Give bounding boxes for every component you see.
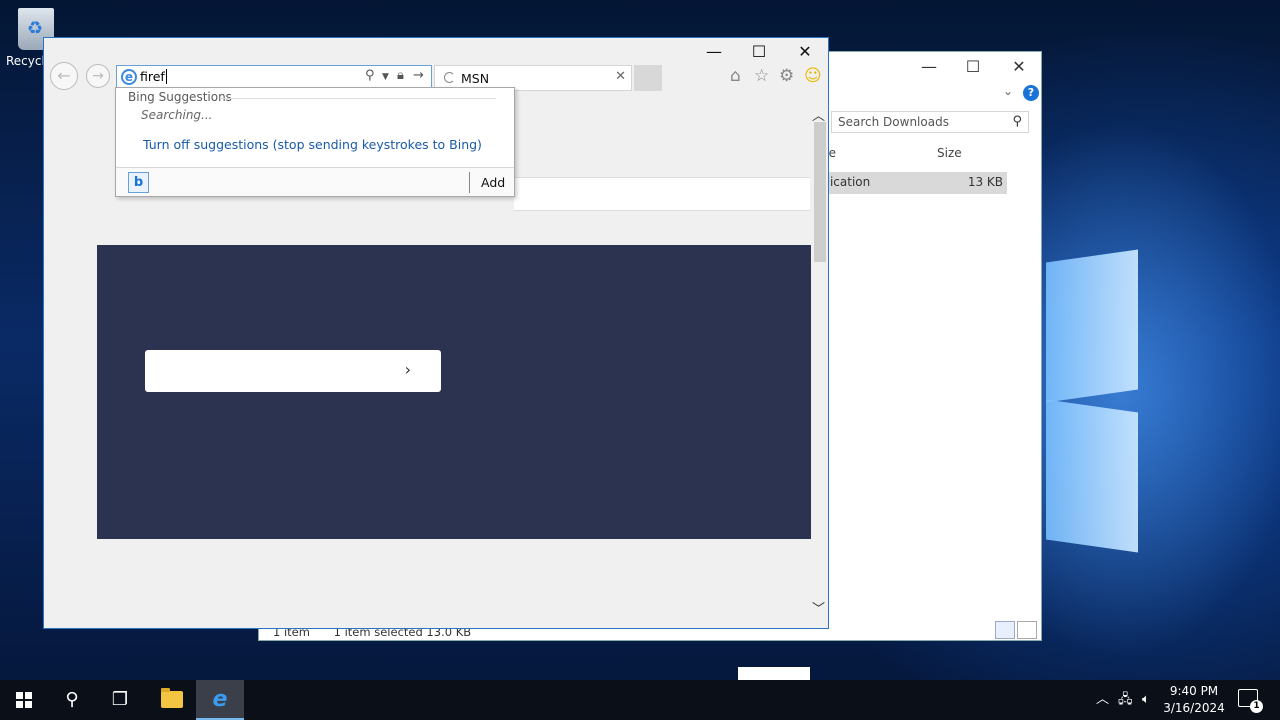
smiley-feedback-icon[interactable]: ☺ bbox=[804, 66, 822, 86]
folder-icon bbox=[161, 688, 183, 708]
windows-logo-pane bbox=[1046, 249, 1138, 403]
volume-muted-icon[interactable]: 🔈︎ bbox=[1142, 680, 1150, 720]
back-button[interactable]: ← bbox=[50, 62, 78, 90]
clock-time: 9:40 PM bbox=[1169, 684, 1219, 698]
notification-count: 1 bbox=[1250, 700, 1263, 713]
minimize-button[interactable]: — bbox=[909, 56, 949, 78]
loading-icon bbox=[444, 72, 455, 83]
go-arrow-icon[interactable]: → bbox=[413, 68, 424, 83]
help-icon[interactable]: ? bbox=[1023, 85, 1039, 101]
search-placeholder: Search Downloads bbox=[838, 115, 949, 129]
start-button[interactable] bbox=[0, 680, 48, 720]
search-icon[interactable]: ⚲ bbox=[365, 68, 375, 83]
tab-close-icon[interactable]: ✕ bbox=[615, 69, 626, 84]
home-icon[interactable]: ⌂ bbox=[730, 66, 741, 86]
dropdown-arrow-icon[interactable]: ▼ bbox=[382, 72, 389, 82]
chevron-up-icon[interactable]: ︿ bbox=[1096, 680, 1109, 720]
suggestions-footer: b Add bbox=[116, 167, 514, 196]
maximize-button[interactable]: ☐ bbox=[953, 56, 993, 78]
suggestions-header: Bing Suggestions bbox=[128, 90, 232, 104]
clock[interactable]: 9:40 PM 3/16/2024 bbox=[1158, 683, 1230, 717]
ie-close-button[interactable]: ✕ bbox=[783, 40, 827, 64]
new-tab-button[interactable] bbox=[634, 65, 662, 91]
search-downloads-input[interactable]: Search Downloads ⚲ bbox=[831, 111, 1029, 133]
address-bar[interactable]: e firef ⚲ ▼ 🔒︎ → bbox=[116, 65, 432, 89]
bing-icon[interactable]: b bbox=[128, 172, 149, 193]
file-row[interactable]: plication 13 KB bbox=[819, 172, 1007, 194]
search-icon: ⚲ bbox=[65, 689, 79, 710]
file-explorer-taskbar-button[interactable] bbox=[148, 680, 196, 720]
hero-search-input[interactable]: › bbox=[145, 350, 441, 392]
ie-minimize-button[interactable]: — bbox=[692, 40, 736, 64]
ie-maximize-button[interactable]: ☐ bbox=[737, 40, 781, 64]
chevron-down-icon[interactable]: ⌄ bbox=[1003, 84, 1013, 98]
hero-banner: › bbox=[97, 245, 811, 539]
bing-suggestions-dropdown: Bing Suggestions Searching... Turn off s… bbox=[115, 87, 515, 197]
divider bbox=[220, 98, 496, 99]
task-view-button[interactable]: ❐ bbox=[96, 680, 144, 720]
settings-gear-icon[interactable]: ⚙ bbox=[779, 66, 794, 86]
windows-logo-pane bbox=[1046, 399, 1138, 553]
favorites-star-icon[interactable]: ☆ bbox=[754, 66, 769, 86]
searching-text: Searching... bbox=[141, 108, 213, 122]
network-icon[interactable]: 🖧 bbox=[1118, 680, 1133, 720]
search-button[interactable]: ⚲ bbox=[48, 680, 96, 720]
scroll-down-arrow[interactable]: ﹀ bbox=[812, 598, 825, 617]
forward-button[interactable]: → bbox=[86, 64, 110, 88]
page-header-bar bbox=[514, 177, 810, 211]
lock-icon: 🔒︎ bbox=[397, 68, 404, 83]
ie-icon: e bbox=[121, 69, 137, 85]
ie-icon: e bbox=[212, 687, 228, 712]
address-input[interactable]: firef bbox=[140, 69, 167, 84]
search-icon: ⚲ bbox=[1012, 114, 1022, 129]
scrollbar-thumb[interactable] bbox=[814, 122, 826, 262]
clock-date: 3/16/2024 bbox=[1163, 701, 1225, 715]
task-view-icon: ❐ bbox=[111, 689, 129, 710]
column-header-size[interactable]: Size bbox=[937, 146, 962, 160]
turn-off-suggestions-link[interactable]: Turn off suggestions (stop sending keyst… bbox=[143, 137, 482, 152]
add-button[interactable]: Add bbox=[481, 175, 505, 190]
large-icons-view-icon[interactable] bbox=[1017, 621, 1037, 639]
file-size: 13 KB bbox=[967, 175, 1003, 189]
windows-start-icon bbox=[16, 692, 32, 708]
ie-taskbar-button[interactable]: e bbox=[196, 680, 244, 720]
chevron-right-icon[interactable]: › bbox=[405, 360, 411, 379]
details-view-icon[interactable] bbox=[995, 621, 1015, 639]
close-button[interactable]: ✕ bbox=[999, 56, 1039, 78]
divider bbox=[469, 172, 470, 193]
tab-title: MSN bbox=[461, 71, 490, 86]
taskbar: ⚲ ❐ e ︿ 🖧 🔈︎ 9:40 PM 3/16/2024 1 bbox=[0, 680, 1280, 720]
